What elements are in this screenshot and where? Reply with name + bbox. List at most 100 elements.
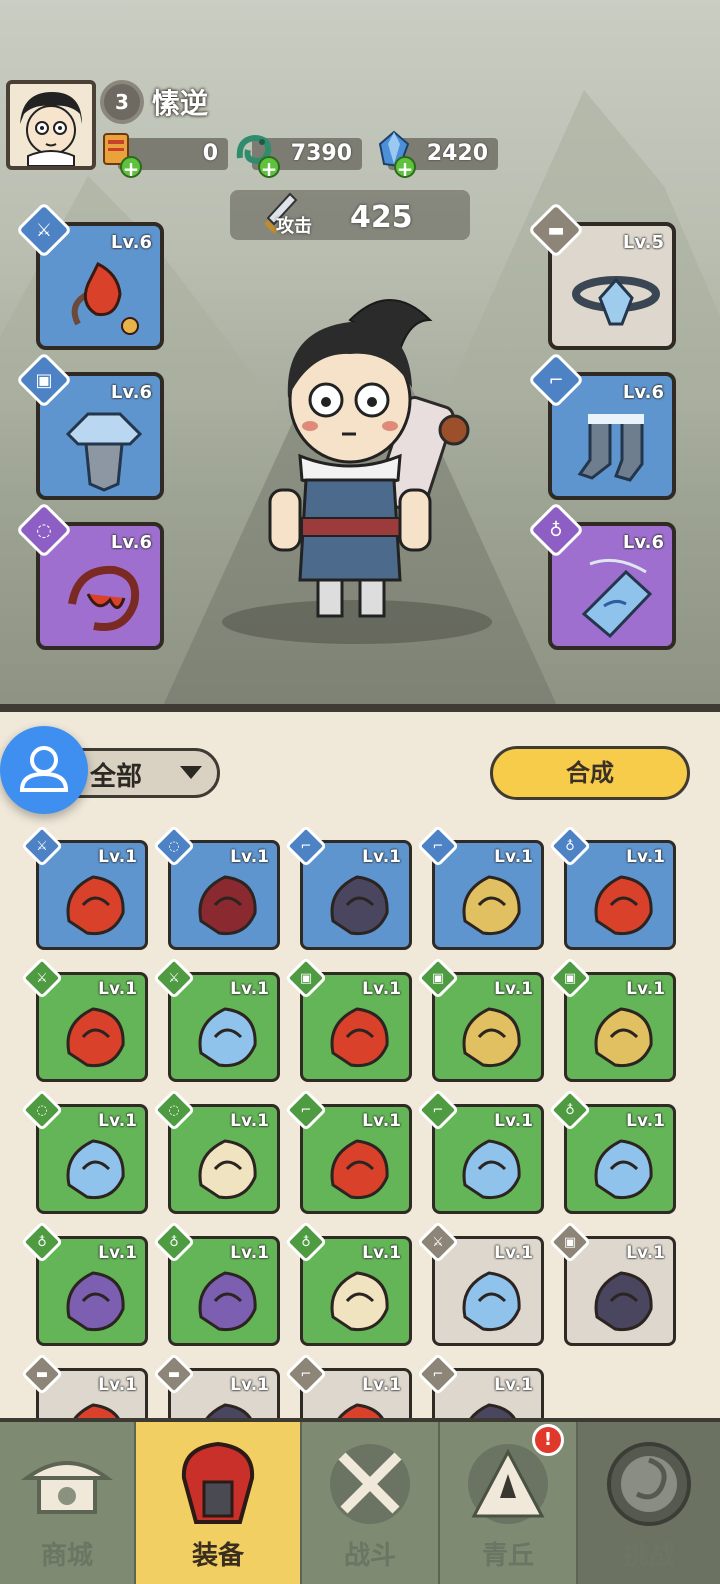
- tab-qingqiu[interactable]: ! 青丘: [440, 1422, 578, 1584]
- attack-label: 攻击: [276, 216, 312, 237]
- equip-level: Lv.6: [622, 382, 664, 403]
- item-type-icon: ⌐: [432, 1102, 444, 1118]
- item-type-icon: ◌: [36, 1102, 48, 1118]
- add-jade-button[interactable]: +: [258, 156, 280, 180]
- flame-boots-icon: [330, 1139, 389, 1200]
- caret-down-icon: [180, 766, 202, 779]
- vortex-icon: [607, 1442, 691, 1526]
- item-type-icon: ▬: [167, 1366, 181, 1382]
- ring-type-icon: ◌: [36, 519, 52, 541]
- item-type-icon: ⌐: [432, 838, 444, 854]
- equip-slot-boots[interactable]: ⌐ Lv.6: [527, 351, 676, 500]
- inventory-item[interactable]: ▣ Lv.1: [548, 1220, 676, 1346]
- item-type-icon: ◌: [168, 838, 180, 854]
- inventory-item[interactable]: ⌐ Lv.1: [416, 1088, 544, 1214]
- inventory-item[interactable]: ⌐ Lv.1: [284, 824, 412, 950]
- ice-armor-icon: [65, 412, 143, 492]
- gold-armor-icon: [462, 1007, 521, 1068]
- scene-divider: [0, 704, 720, 712]
- flame-ring-icon: [68, 565, 139, 631]
- item-type-icon: ⚔: [168, 970, 180, 986]
- inventory-item[interactable]: ♁ Lv.1: [284, 1220, 412, 1346]
- helmet-icon: [181, 1441, 255, 1524]
- item-type-icon: ♁: [301, 1234, 311, 1250]
- crossed-swords-icon: [330, 1444, 410, 1524]
- equip-slot-amulet[interactable]: ♁ Lv.6: [527, 501, 676, 650]
- equip-slot-ring[interactable]: ◌ Lv.6: [15, 501, 164, 650]
- inventory-item[interactable]: ◌ Lv.1: [152, 1088, 280, 1214]
- belt-type-icon: ▬: [547, 219, 565, 241]
- ice-boots-icon: [577, 414, 644, 482]
- equip-level: Lv.6: [110, 232, 152, 253]
- item-type-icon: ♁: [565, 1102, 575, 1118]
- shop-pavilion-icon: [20, 1461, 114, 1514]
- equip-slot-belt[interactable]: ▬ Lv.5: [527, 201, 676, 350]
- claw-ring-icon: [198, 1139, 257, 1200]
- tab-equipment-label: 装备: [191, 1541, 244, 1571]
- tab-challenge[interactable]: 挑战: [578, 1422, 720, 1584]
- item-type-icon: ▬: [35, 1366, 49, 1382]
- tab-battle-label: 战斗: [343, 1541, 396, 1571]
- item-type-icon: ⌐: [300, 838, 312, 854]
- inventory-item[interactable]: ⚔ Lv.1: [20, 824, 148, 950]
- flame-helm-icon: [330, 1007, 389, 1068]
- item-type-icon: ▣: [299, 970, 313, 986]
- flame-whip-icon: [71, 261, 139, 335]
- item-type-icon: ⌐: [432, 1366, 444, 1382]
- equip-level: Lv.5: [622, 232, 664, 253]
- tab-battle[interactable]: 战斗: [302, 1422, 440, 1584]
- equip-level: Lv.6: [110, 382, 152, 403]
- tab-challenge-label: 挑战: [622, 1541, 675, 1571]
- void-amulet-icon: [66, 1271, 125, 1332]
- ice-amulet-icon: [594, 1139, 653, 1200]
- add-crystal-button[interactable]: +: [394, 156, 416, 180]
- item-type-icon: ♁: [169, 1234, 179, 1250]
- player-avatar[interactable]: [6, 80, 96, 170]
- item-type-icon: ⌐: [300, 1366, 312, 1382]
- floating-user-button[interactable]: [0, 726, 88, 814]
- inventory-item[interactable]: ▣ Lv.1: [416, 956, 544, 1082]
- merge-button[interactable]: 合成: [490, 746, 690, 800]
- inventory-item[interactable]: ◌ Lv.1: [20, 1088, 148, 1214]
- crimson-ring-icon: [198, 875, 257, 936]
- inventory-item[interactable]: ▣ Lv.1: [548, 956, 676, 1082]
- armor-type-icon: ▣: [35, 369, 53, 391]
- inventory-item[interactable]: ⌐ Lv.1: [284, 1088, 412, 1214]
- item-type-icon: ⌐: [300, 1102, 312, 1118]
- inventory-item[interactable]: ▣ Lv.1: [284, 956, 412, 1082]
- gold-boots-icon: [462, 875, 521, 936]
- add-scroll-button[interactable]: +: [120, 156, 142, 180]
- item-type-icon: ▣: [563, 1234, 577, 1250]
- tab-equipment[interactable]: 装备: [136, 1422, 302, 1584]
- category-filter-label: 全部: [90, 762, 143, 792]
- inventory-item[interactable]: ♁ Lv.1: [548, 1088, 676, 1214]
- inventory-item[interactable]: ◌ Lv.1: [152, 824, 280, 950]
- ice-bow-icon: [462, 1271, 521, 1332]
- ice-bow-icon: [198, 1007, 257, 1068]
- inventory-item[interactable]: ♁ Lv.1: [20, 1220, 148, 1346]
- inventory-item[interactable]: ⚔ Lv.1: [416, 1220, 544, 1346]
- item-type-icon: ⚔: [432, 1234, 444, 1250]
- inventory-item[interactable]: ⚔ Lv.1: [152, 956, 280, 1082]
- flame-whip-icon: [66, 1007, 125, 1068]
- fang-necklace-icon: [330, 1271, 389, 1332]
- void-amulet-icon: [198, 1271, 257, 1332]
- equip-slot-weapon[interactable]: ⚔ Lv.6: [15, 201, 164, 350]
- inventory-item[interactable]: ♁ Lv.1: [548, 824, 676, 950]
- inventory-item[interactable]: ♁ Lv.1: [152, 1220, 280, 1346]
- inventory-item[interactable]: ⚔ Lv.1: [20, 956, 148, 1082]
- tab-qingqiu-label: 青丘: [481, 1541, 534, 1571]
- item-type-icon: ◌: [168, 1102, 180, 1118]
- equip-level: Lv.6: [110, 532, 152, 553]
- amulet-type-icon: ♁: [549, 519, 563, 541]
- ice-boots-icon: [462, 1139, 521, 1200]
- tab-shop-label: 商城: [40, 1541, 93, 1571]
- inventory-item[interactable]: ⌐ Lv.1: [416, 824, 544, 950]
- item-type-icon: ⚔: [36, 970, 48, 986]
- alert-badge: !: [532, 1424, 564, 1456]
- item-type-icon: ▣: [431, 970, 445, 986]
- equip-slot-armor[interactable]: ▣ Lv.6: [15, 351, 164, 500]
- ice-amulet-icon: [581, 558, 653, 639]
- hero-character[interactable]: [240, 280, 480, 630]
- tab-shop[interactable]: 商城: [0, 1422, 136, 1584]
